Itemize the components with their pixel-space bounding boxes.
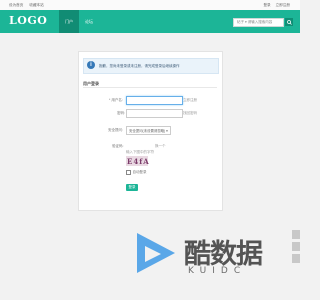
- username-field[interactable]: [126, 96, 183, 105]
- watermark-logo-icon: [137, 233, 175, 273]
- password-label: 密码:: [117, 111, 125, 115]
- nav-item-portal[interactable]: 门户: [59, 10, 79, 33]
- security-question-label: 安全提问:: [108, 128, 123, 132]
- remember-label: 自动登录: [132, 170, 147, 174]
- login-card: i 抱歉，您尚未登录或未注册，请完成登录后继续操作 用户登录 * 用户名: 立即…: [78, 51, 223, 211]
- remember-checkbox[interactable]: 自动登录: [126, 170, 147, 175]
- main-nav: 门户 论坛: [59, 10, 99, 33]
- set-homepage-link[interactable]: 设为首页: [9, 3, 23, 8]
- section-divider: [83, 87, 217, 88]
- captcha-code: E4fA: [127, 157, 150, 166]
- forgot-password-link[interactable]: 找回密码: [183, 111, 197, 116]
- login-submit-button[interactable]: 登录: [126, 184, 138, 191]
- register-link[interactable]: 立即注册: [276, 3, 290, 8]
- notice-text: 抱歉，您尚未登录或未注册，请完成登录后继续操作: [99, 63, 180, 68]
- login-link[interactable]: 登录: [263, 3, 270, 8]
- captcha-hint: 输入下图中的字符: [126, 150, 154, 154]
- side-back-top-button[interactable]: [292, 254, 300, 263]
- search-placeholder: 帖子 ▾ 请输入搜索内容: [237, 20, 273, 24]
- captcha-refresh-link[interactable]: 换一个: [155, 144, 166, 149]
- password-field[interactable]: [126, 109, 183, 118]
- search-input[interactable]: 帖子 ▾ 请输入搜索内容: [233, 18, 293, 27]
- info-icon: i: [87, 61, 95, 69]
- side-feedback-button[interactable]: [292, 242, 300, 251]
- site-logo[interactable]: LOGO: [9, 14, 47, 27]
- security-question-select[interactable]: 安全提问(未设置请忽略) ▾: [126, 126, 171, 135]
- checkbox-box[interactable]: [126, 170, 131, 175]
- captcha-label: 验证码:: [112, 144, 124, 148]
- username-label: * 用户名:: [109, 98, 123, 102]
- search-icon: [286, 19, 292, 25]
- nav-item-forum[interactable]: 论坛: [79, 10, 99, 33]
- bookmark-link[interactable]: 收藏本站: [29, 3, 43, 8]
- watermark-sub: KUIDC: [188, 266, 247, 276]
- notice-box: i 抱歉，您尚未登录或未注册，请完成登录后继续操作: [83, 58, 219, 74]
- side-share-button[interactable]: [292, 230, 300, 239]
- register-now-link[interactable]: 立即注册: [183, 98, 197, 103]
- captcha-image[interactable]: E4fA: [126, 156, 150, 166]
- search-button[interactable]: [285, 18, 293, 26]
